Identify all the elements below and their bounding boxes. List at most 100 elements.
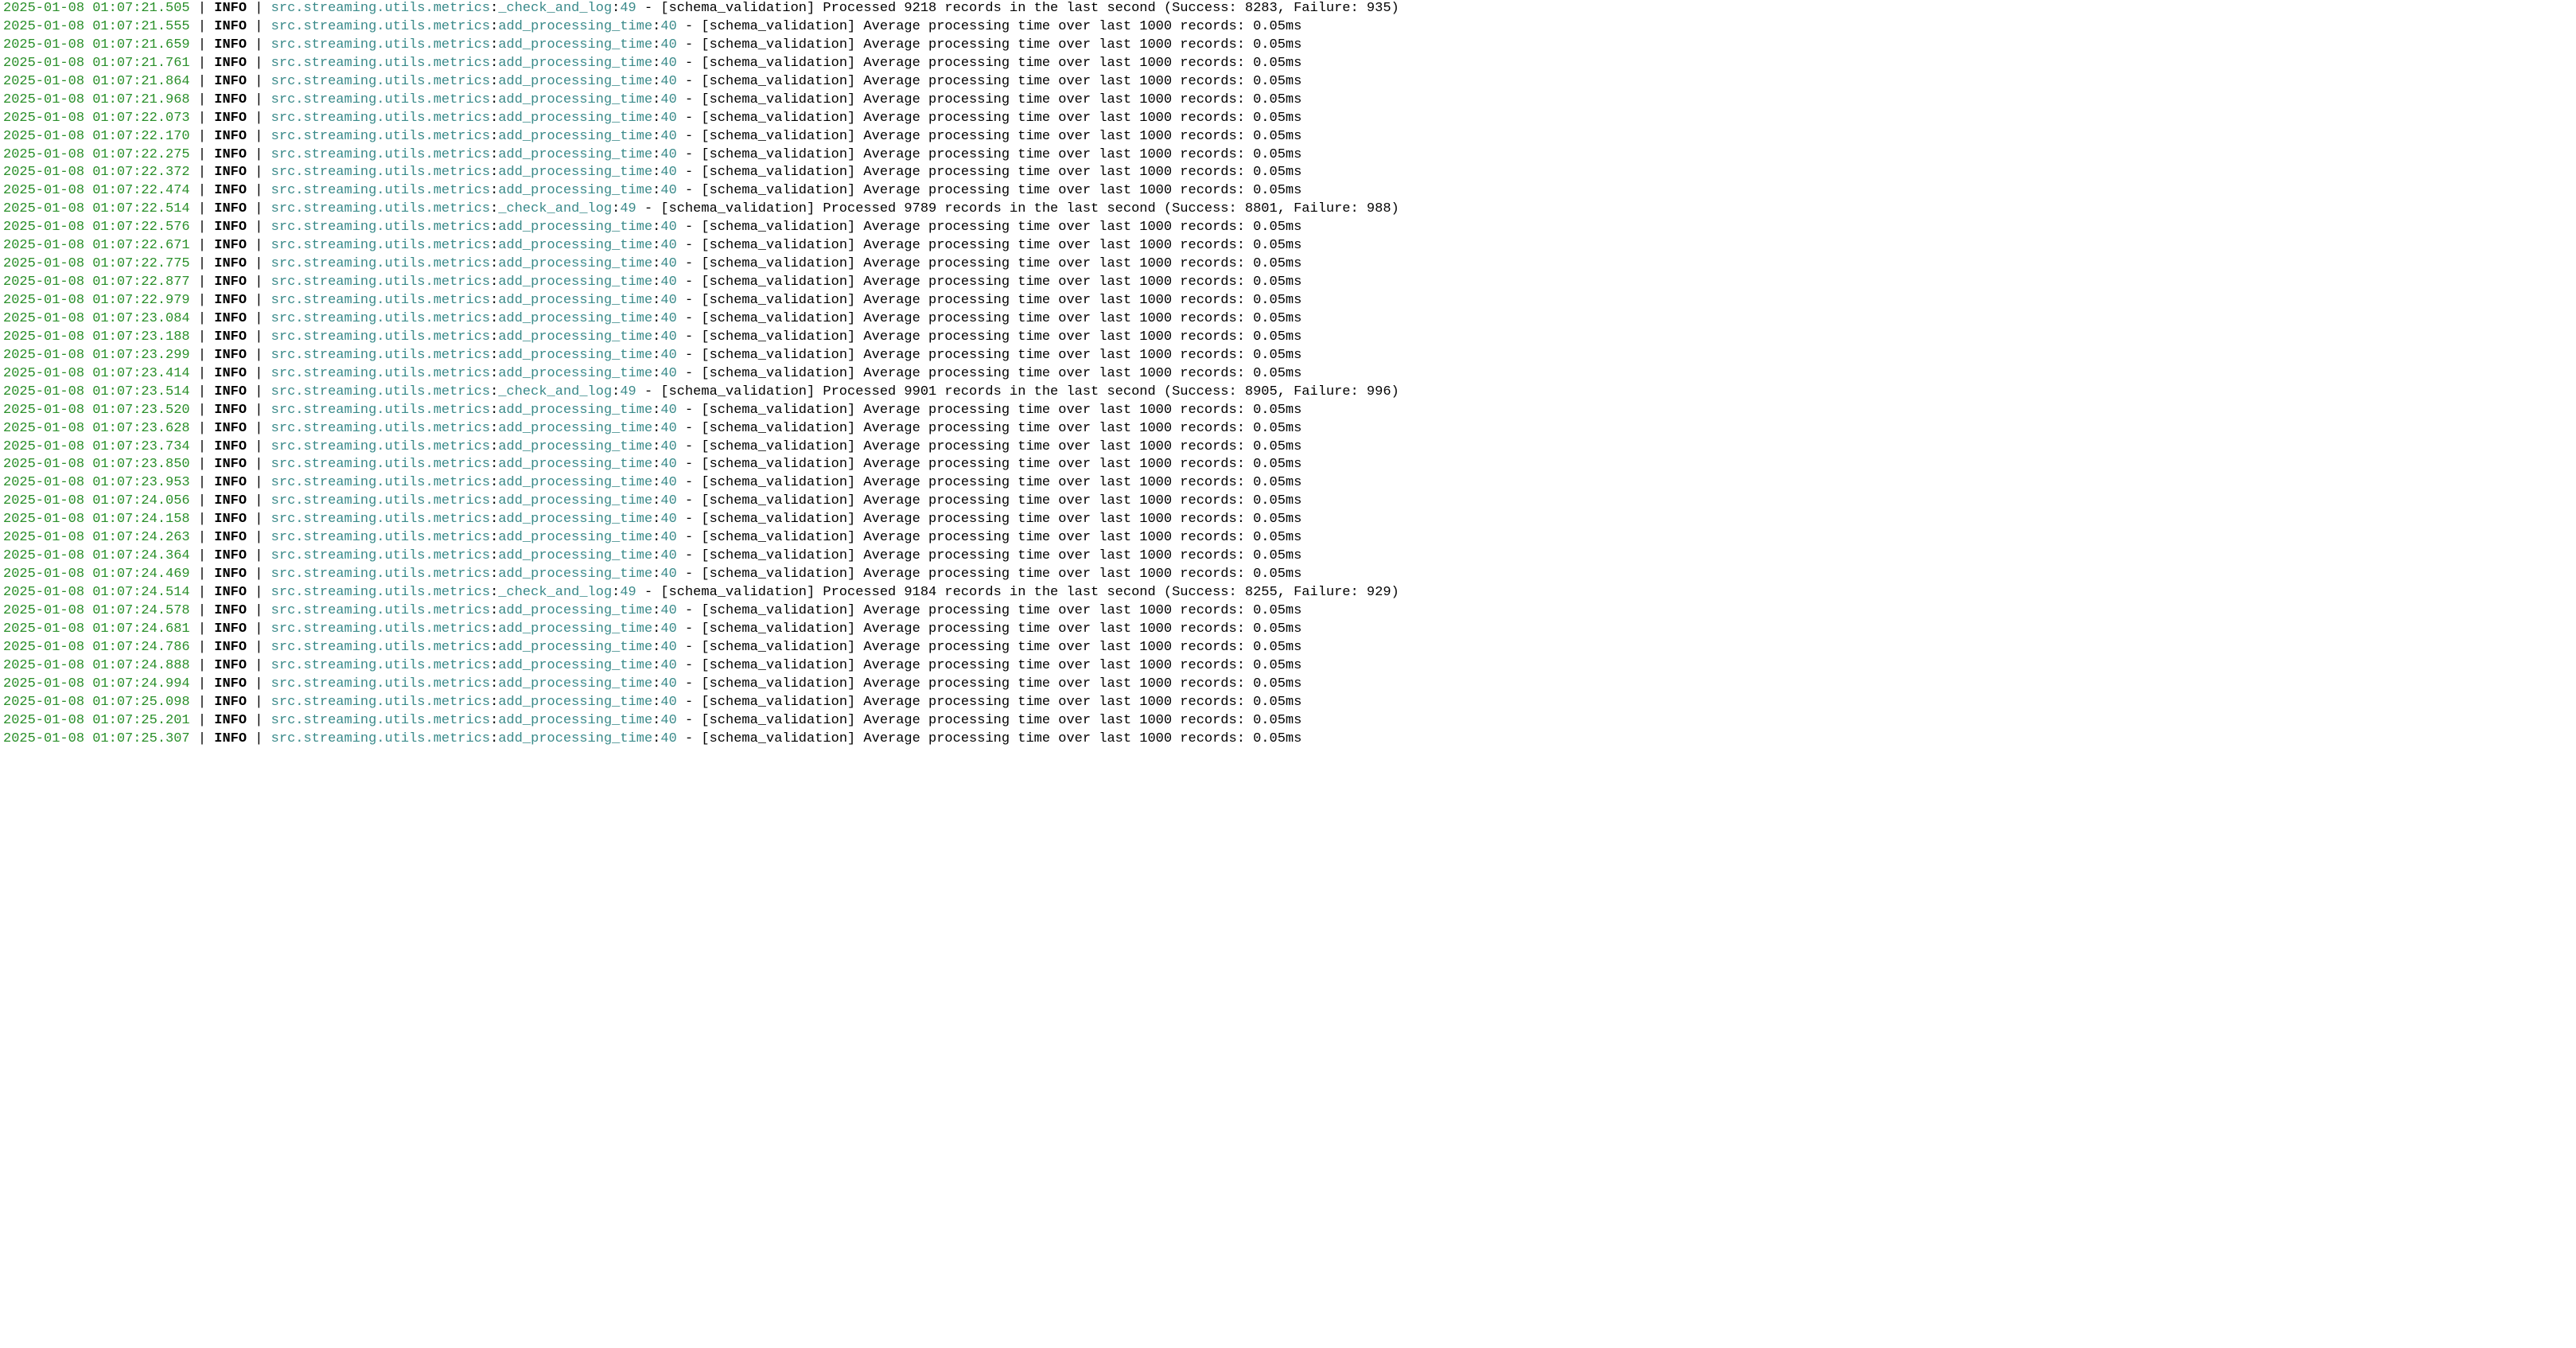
log-line: 2025-01-08 01:07:24.514 | INFO | src.str… — [3, 584, 2573, 602]
log-timestamp: 2025-01-08 01:07:22.372 — [3, 165, 190, 180]
log-module: src.streaming.utils.metrics — [271, 658, 490, 673]
log-lineno: 40 — [660, 56, 676, 71]
log-timestamp: 2025-01-08 01:07:25.307 — [3, 731, 190, 746]
log-separator: | — [255, 56, 270, 71]
log-separator: | — [190, 713, 215, 728]
log-line: 2025-01-08 01:07:22.671 | INFO | src.str… — [3, 237, 2573, 255]
log-timestamp: 2025-01-08 01:07:24.681 — [3, 621, 190, 637]
log-module: src.streaming.utils.metrics — [271, 147, 490, 162]
log-message: - [schema_validation] Average processing… — [677, 129, 1302, 144]
log-separator: | — [255, 384, 270, 399]
log-colon: : — [652, 603, 660, 618]
log-lineno: 40 — [660, 37, 676, 53]
log-line: 2025-01-08 01:07:22.514 | INFO | src.str… — [3, 201, 2573, 219]
log-module: src.streaming.utils.metrics — [271, 311, 490, 326]
log-level-pad — [247, 1, 255, 16]
log-colon: : — [652, 220, 660, 235]
log-line: 2025-01-08 01:07:24.786 | INFO | src.str… — [3, 639, 2573, 657]
log-colon: : — [490, 493, 498, 508]
log-level-pad — [247, 165, 255, 180]
log-message: - [schema_validation] Average processing… — [677, 183, 1302, 198]
log-function: add_processing_time — [498, 621, 652, 637]
log-colon: : — [490, 713, 498, 728]
log-colon: : — [490, 384, 498, 399]
log-separator: | — [255, 621, 270, 637]
log-lineno: 40 — [660, 238, 676, 253]
log-line: 2025-01-08 01:07:24.578 | INFO | src.str… — [3, 602, 2573, 621]
log-level-pad — [247, 129, 255, 144]
log-separator: | — [190, 19, 215, 34]
log-level-pad — [247, 676, 255, 692]
log-level-pad — [247, 275, 255, 290]
log-separator: | — [190, 348, 215, 363]
log-message: - [schema_validation] Average processing… — [677, 621, 1302, 637]
log-separator: | — [255, 37, 270, 53]
log-lineno: 40 — [660, 493, 676, 508]
log-function: add_processing_time — [498, 111, 652, 126]
log-lineno: 40 — [660, 421, 676, 436]
log-level-pad — [247, 713, 255, 728]
log-function: add_processing_time — [498, 147, 652, 162]
log-module: src.streaming.utils.metrics — [271, 603, 490, 618]
log-lineno: 40 — [660, 658, 676, 673]
log-colon: : — [490, 621, 498, 637]
log-separator: | — [255, 585, 270, 600]
log-line: 2025-01-08 01:07:22.372 | INFO | src.str… — [3, 164, 2573, 182]
log-colon: : — [652, 548, 660, 563]
log-colon: : — [652, 111, 660, 126]
log-separator: | — [190, 311, 215, 326]
log-timestamp: 2025-01-08 01:07:22.671 — [3, 238, 190, 253]
log-message: - [schema_validation] Average processing… — [677, 713, 1302, 728]
log-level-pad — [247, 457, 255, 472]
log-timestamp: 2025-01-08 01:07:24.514 — [3, 585, 190, 600]
log-level-pad — [247, 621, 255, 637]
log-line: 2025-01-08 01:07:21.968 | INFO | src.str… — [3, 92, 2573, 110]
log-colon: : — [652, 530, 660, 545]
log-lineno: 40 — [660, 530, 676, 545]
log-module: src.streaming.utils.metrics — [271, 585, 490, 600]
log-level: INFO — [214, 658, 247, 673]
log-separator: | — [255, 256, 270, 271]
log-colon: : — [490, 439, 498, 454]
log-module: src.streaming.utils.metrics — [271, 129, 490, 144]
log-level-pad — [247, 92, 255, 107]
log-level-pad — [247, 56, 255, 71]
log-separator: | — [255, 275, 270, 290]
log-colon: : — [490, 1, 498, 16]
log-separator: | — [190, 201, 215, 216]
log-timestamp: 2025-01-08 01:07:23.414 — [3, 366, 190, 381]
log-lineno: 40 — [660, 475, 676, 490]
log-lineno: 40 — [660, 603, 676, 618]
log-function: _check_and_log — [498, 201, 612, 216]
log-colon: : — [652, 92, 660, 107]
log-module: src.streaming.utils.metrics — [271, 37, 490, 53]
log-output[interactable]: 2025-01-08 01:07:21.505 | INFO | src.str… — [3, 0, 2573, 748]
log-module: src.streaming.utils.metrics — [271, 676, 490, 692]
log-separator: | — [190, 256, 215, 271]
log-line: 2025-01-08 01:07:24.888 | INFO | src.str… — [3, 657, 2573, 676]
log-module: src.streaming.utils.metrics — [271, 329, 490, 345]
log-level: INFO — [214, 695, 247, 710]
log-timestamp: 2025-01-08 01:07:23.953 — [3, 475, 190, 490]
log-separator: | — [190, 457, 215, 472]
log-level: INFO — [214, 183, 247, 198]
log-colon: : — [490, 56, 498, 71]
log-message: - [schema_validation] Average processing… — [677, 37, 1302, 53]
log-lineno: 40 — [660, 621, 676, 637]
log-colon: : — [490, 37, 498, 53]
log-level-pad — [247, 475, 255, 490]
log-message: - [schema_validation] Average processing… — [677, 475, 1302, 490]
log-separator: | — [190, 366, 215, 381]
log-module: src.streaming.utils.metrics — [271, 201, 490, 216]
log-level-pad — [247, 37, 255, 53]
log-function: add_processing_time — [498, 165, 652, 180]
log-level-pad — [247, 348, 255, 363]
log-module: src.streaming.utils.metrics — [271, 293, 490, 308]
log-separator: | — [255, 676, 270, 692]
log-level-pad — [247, 439, 255, 454]
log-separator: | — [190, 147, 215, 162]
log-level-pad — [247, 585, 255, 600]
log-level: INFO — [214, 74, 247, 89]
log-lineno: 40 — [660, 676, 676, 692]
log-function: add_processing_time — [498, 183, 652, 198]
